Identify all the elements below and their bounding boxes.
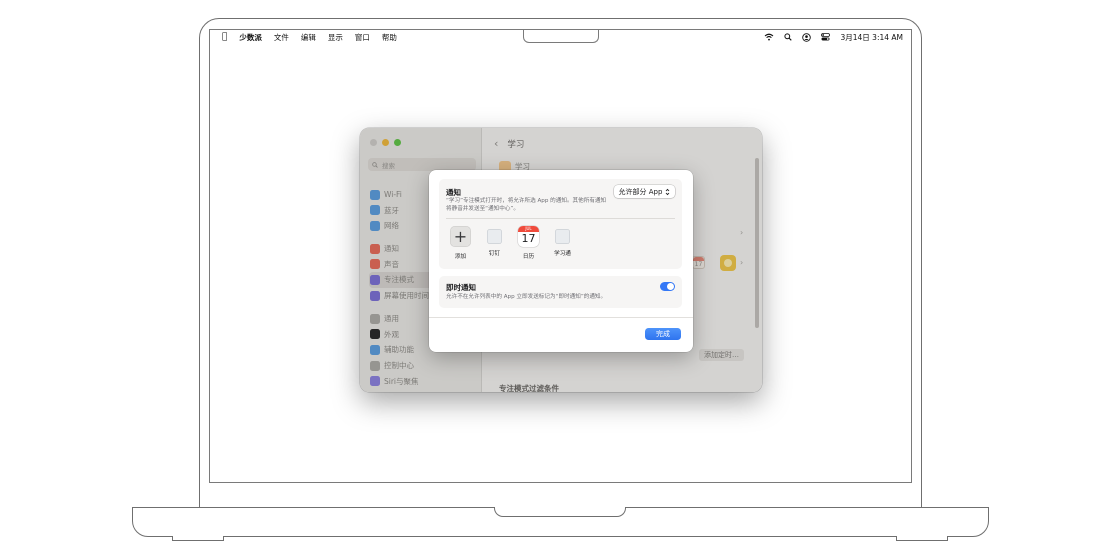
spotlight-search-icon[interactable] xyxy=(784,33,793,41)
allowed-notifications-sheet: 通知 “学习”专注模式打开时，将允许所选 App 的通知。其他所有通知将静音并发… xyxy=(429,170,693,352)
wifi-icon[interactable] xyxy=(764,33,774,41)
app-placeholder-icon xyxy=(487,229,502,244)
menu-window[interactable]: 窗口 xyxy=(355,32,370,43)
app-item-xuexitong[interactable]: 学习通 xyxy=(551,226,574,260)
laptop-foot-left xyxy=(172,536,224,541)
allow-mode-popup[interactable]: 允许部分 App xyxy=(614,185,675,198)
chevron-updown-icon xyxy=(666,188,670,195)
apple-menu-icon[interactable]:  xyxy=(222,32,227,42)
allow-mode-value: 允许部分 App xyxy=(618,187,663,196)
app-label: 日历 xyxy=(522,254,535,260)
screen:  少数派 文件 编辑 显示 窗口 帮助 3月14日 3:14 AM xyxy=(209,29,912,483)
divider xyxy=(446,218,675,219)
menu-view[interactable]: 显示 xyxy=(328,32,343,43)
add-app-button[interactable]: + 添加 xyxy=(449,226,472,260)
menu-bar:  少数派 文件 编辑 显示 窗口 帮助 3月14日 3:14 AM xyxy=(210,30,911,44)
app-item-dingtalk[interactable]: 钉钉 xyxy=(483,226,506,260)
menu-edit[interactable]: 编辑 xyxy=(301,32,316,43)
laptop-base-notch xyxy=(494,507,626,517)
camera-notch xyxy=(523,30,599,43)
app-item-calendar[interactable]: JUL 17 日历 xyxy=(517,226,540,260)
time-sensitive-description: 允许不在允许列表中的 App 立即发送标记为“即时通知”的通知。 xyxy=(446,294,607,300)
time-sensitive-toggle[interactable] xyxy=(660,282,675,291)
control-center-icon[interactable] xyxy=(821,33,831,41)
calendar-app-icon: JUL 17 xyxy=(518,226,539,247)
menu-clock[interactable]: 3月14日 3:14 AM xyxy=(840,32,903,43)
menu-help[interactable]: 帮助 xyxy=(382,32,397,43)
divider xyxy=(429,317,693,318)
allowed-apps-list: + 添加 钉钉 JUL 17 日历 学习通 xyxy=(449,226,574,260)
app-label: 钉钉 xyxy=(488,251,501,257)
menu-file[interactable]: 文件 xyxy=(274,32,289,43)
app-label: 添加 xyxy=(454,254,467,260)
laptop-hinge xyxy=(199,490,922,508)
laptop-foot-right xyxy=(896,536,948,541)
app-placeholder-icon xyxy=(555,229,570,244)
menu-app-name[interactable]: 少数派 xyxy=(239,32,262,43)
notifications-description: “学习”专注模式打开时，将允许所选 App 的通知。其他所有通知将静音并发送至“… xyxy=(446,198,607,213)
done-button[interactable]: 完成 xyxy=(645,328,681,340)
notifications-group: 通知 “学习”专注模式打开时，将允许所选 App 的通知。其他所有通知将静音并发… xyxy=(439,179,682,269)
calendar-day: 17 xyxy=(521,232,536,245)
app-label: 学习通 xyxy=(554,251,571,257)
time-sensitive-group: 即时通知 允许不在允许列表中的 App 立即发送标记为“即时通知”的通知。 xyxy=(439,276,682,308)
user-account-icon[interactable] xyxy=(802,32,812,42)
plus-icon: + xyxy=(450,226,471,247)
